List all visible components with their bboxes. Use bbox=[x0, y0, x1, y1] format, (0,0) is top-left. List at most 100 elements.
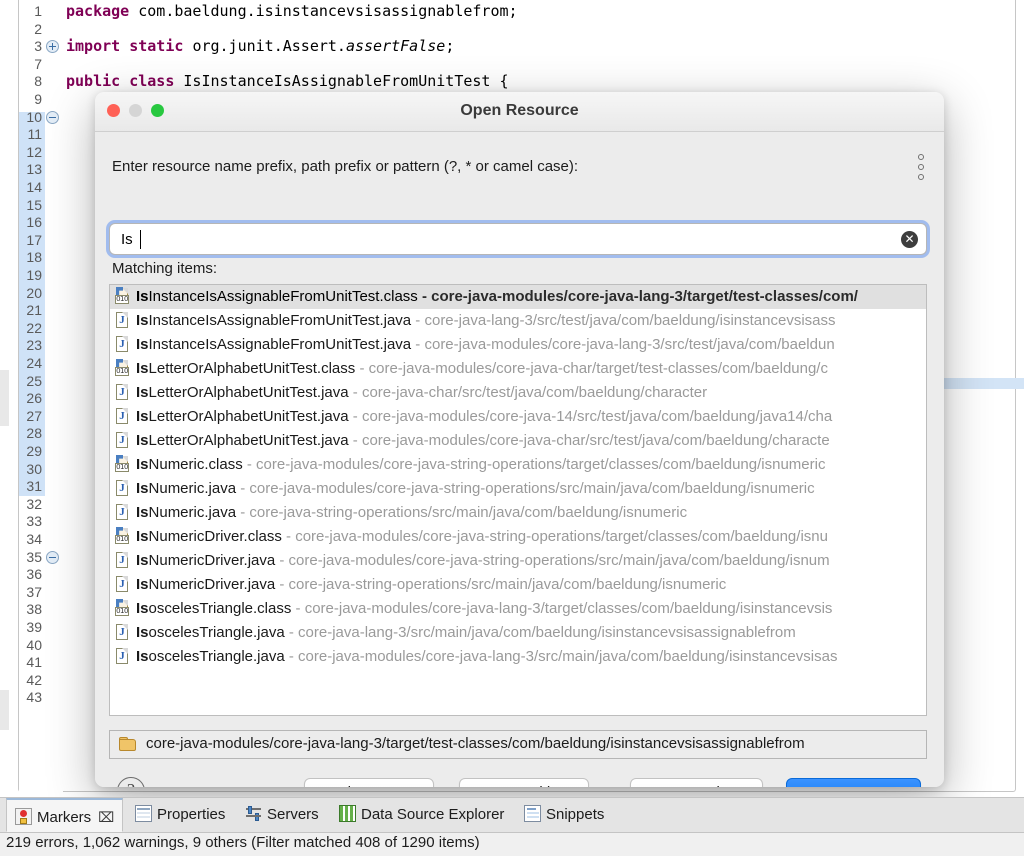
line-number: 14 bbox=[0, 179, 42, 195]
overview-ruler-mark[interactable] bbox=[930, 378, 1024, 389]
dialog-body: Enter resource name prefix, path prefix … bbox=[95, 132, 944, 787]
list-item-path: - core-java-char/src/test/java/com/baeld… bbox=[349, 384, 707, 401]
list-item-path: - core-java-modules/core-java-lang-3/src… bbox=[411, 336, 835, 353]
list-item-name: IsLetterOrAlphabetUnitTest.java bbox=[136, 432, 349, 449]
tab-properties[interactable]: Properties bbox=[127, 798, 233, 832]
cancel-button[interactable]: Cancel bbox=[630, 778, 763, 787]
list-item[interactable]: 010IsLetterOrAlphabetUnitTest.class - co… bbox=[110, 357, 926, 381]
list-item-name: IsNumericDriver.java bbox=[136, 552, 275, 569]
class-file-icon: 010 bbox=[114, 527, 130, 545]
list-item-path: - core-java-modules/core-java-lang-3/tar… bbox=[291, 600, 832, 617]
matching-items-list[interactable]: 010IsInstanceIsAssignableFromUnitTest.cl… bbox=[109, 284, 927, 716]
tab-snippets[interactable]: Snippets bbox=[516, 798, 612, 832]
code-line: package com.baeldung.isinstancevsisassig… bbox=[66, 3, 518, 19]
show-in-label: Show In bbox=[338, 784, 392, 787]
app-root: 1package com.baeldung.isinstancevsisassi… bbox=[0, 0, 1024, 856]
clear-search-icon[interactable]: ✕ bbox=[901, 231, 918, 248]
tab-label: Properties bbox=[157, 806, 225, 823]
list-item[interactable]: 010IsNumericDriver.class - core-java-mod… bbox=[110, 525, 926, 549]
list-item-name: IsNumericDriver.class bbox=[136, 528, 282, 545]
line-number: 3 bbox=[0, 38, 42, 54]
open-with-button[interactable]: Open With▾ bbox=[459, 778, 589, 787]
tab-data-source-explorer[interactable]: Data Source Explorer bbox=[331, 798, 512, 832]
java-file-icon: J bbox=[114, 335, 130, 353]
prompt-label: Enter resource name prefix, path prefix … bbox=[112, 158, 578, 175]
list-item-name: IsLetterOrAlphabetUnitTest.java bbox=[136, 408, 349, 425]
kebab-menu-icon[interactable] bbox=[915, 154, 927, 184]
list-item[interactable]: J IsInstanceIsAssignableFromUnitTest.java… bbox=[110, 333, 926, 357]
tab-markers[interactable]: Markers ⌧ bbox=[6, 798, 123, 832]
list-item[interactable]: J IsInstanceIsAssignableFromUnitTest.java… bbox=[110, 309, 926, 333]
line-number: 11 bbox=[0, 126, 42, 142]
list-item[interactable]: JIsNumericDriver.java - core-java-string… bbox=[110, 573, 926, 597]
line-number: 28 bbox=[0, 425, 42, 441]
folder-icon bbox=[119, 737, 137, 752]
open-button[interactable]: Open bbox=[786, 778, 921, 787]
line-number: 20 bbox=[0, 285, 42, 301]
list-item[interactable]: JIsoscelesTriangle.java - core-java-modu… bbox=[110, 645, 926, 669]
line-number: 17 bbox=[0, 232, 42, 248]
list-item[interactable]: JIsNumeric.java - core-java-string-opera… bbox=[110, 501, 926, 525]
class-file-icon: 010 bbox=[114, 455, 130, 473]
list-item[interactable]: JIsLetterOrAlphabetUnitTest.java - core-… bbox=[110, 405, 926, 429]
line-number: 13 bbox=[0, 161, 42, 177]
list-item[interactable]: JIsNumeric.java - core-java-modules/core… bbox=[110, 477, 926, 501]
list-item[interactable]: JIsLetterOrAlphabetUnitTest.java - core-… bbox=[110, 429, 926, 453]
line-number: 34 bbox=[0, 531, 42, 547]
line-number: 21 bbox=[0, 302, 42, 318]
dialog-titlebar[interactable]: Open Resource bbox=[95, 92, 944, 132]
markers-icon bbox=[15, 808, 32, 825]
fold-collapse-icon[interactable] bbox=[46, 111, 59, 124]
close-icon[interactable]: ⌧ bbox=[98, 800, 114, 834]
properties-icon bbox=[135, 805, 152, 822]
line-number: 43 bbox=[0, 689, 42, 705]
list-item[interactable]: 010 IsNumeric.class - core-java-modules/c… bbox=[110, 453, 926, 477]
line-number: 23 bbox=[0, 337, 42, 353]
line-number: 37 bbox=[0, 584, 42, 600]
tab-servers[interactable]: Servers bbox=[237, 798, 327, 832]
list-item[interactable]: 010IsInstanceIsAssignableFromUnitTest.cl… bbox=[110, 285, 926, 309]
java-file-icon: J bbox=[114, 551, 130, 569]
list-item[interactable]: 010 IsoscelesTriangle.class - core-java-m… bbox=[110, 597, 926, 621]
line-number: 16 bbox=[0, 214, 42, 230]
line-number: 22 bbox=[0, 320, 42, 336]
fold-expand-icon[interactable] bbox=[46, 40, 59, 53]
chevron-down-icon: ▾ bbox=[559, 779, 564, 787]
code-line: public class IsInstanceIsAssignableFromU… bbox=[66, 73, 509, 89]
line-number: 38 bbox=[0, 601, 42, 617]
list-item[interactable]: JIsoscelesTriangle.java - core-java-lang… bbox=[110, 621, 926, 645]
java-file-icon: J bbox=[114, 503, 130, 521]
list-item-path: - core-java-string-operations/src/main/j… bbox=[275, 576, 726, 593]
code-line: import static org.junit.Assert.assertFal… bbox=[66, 38, 454, 54]
text-caret bbox=[140, 230, 141, 249]
list-item-name: IsNumeric.class bbox=[136, 456, 243, 473]
help-button[interactable]: ? bbox=[117, 777, 145, 787]
list-item-path: - core-java-modules/core-java-string-ope… bbox=[243, 456, 826, 473]
class-file-icon: 010 bbox=[114, 359, 130, 377]
dialog-title: Open Resource bbox=[95, 102, 944, 120]
list-item-name: IsoscelesTriangle.class bbox=[136, 600, 291, 617]
line-number: 2 bbox=[0, 21, 42, 37]
tab-label: Markers bbox=[37, 809, 91, 826]
snippets-icon bbox=[524, 805, 541, 822]
list-item-path: - core-java-modules/core-java-lang-3/src… bbox=[285, 648, 838, 665]
line-number: 41 bbox=[0, 654, 42, 670]
java-file-icon: J bbox=[114, 383, 130, 401]
java-file-icon: J bbox=[114, 575, 130, 593]
java-file-icon: J bbox=[114, 647, 130, 665]
marker-status-text: 219 errors, 1,062 warnings, 9 others (Fi… bbox=[6, 834, 480, 851]
list-item[interactable]: JIsLetterOrAlphabetUnitTest.java - core-… bbox=[110, 381, 926, 405]
fold-collapse-icon[interactable] bbox=[46, 551, 59, 564]
line-number: 9 bbox=[0, 91, 42, 107]
list-item-name: IsInstanceIsAssignableFromUnitTest.java bbox=[136, 312, 411, 329]
class-file-icon: 010 bbox=[114, 599, 130, 617]
java-file-icon: J bbox=[114, 311, 130, 329]
list-item-path: - core-java-modules/core-java-string-ope… bbox=[275, 552, 829, 569]
list-item[interactable]: J IsNumericDriver.java - core-java-module… bbox=[110, 549, 926, 573]
search-input[interactable]: Is ✕ bbox=[109, 223, 927, 255]
list-item-name: IsInstanceIsAssignableFromUnitTest.java bbox=[136, 336, 411, 353]
show-in-button[interactable]: Show In▾ bbox=[304, 778, 434, 787]
line-number: 29 bbox=[0, 443, 42, 459]
line-number: 33 bbox=[0, 513, 42, 529]
bottom-tab-strip[interactable]: Markers ⌧ Properties ServersData Source Exp… bbox=[0, 798, 1024, 833]
